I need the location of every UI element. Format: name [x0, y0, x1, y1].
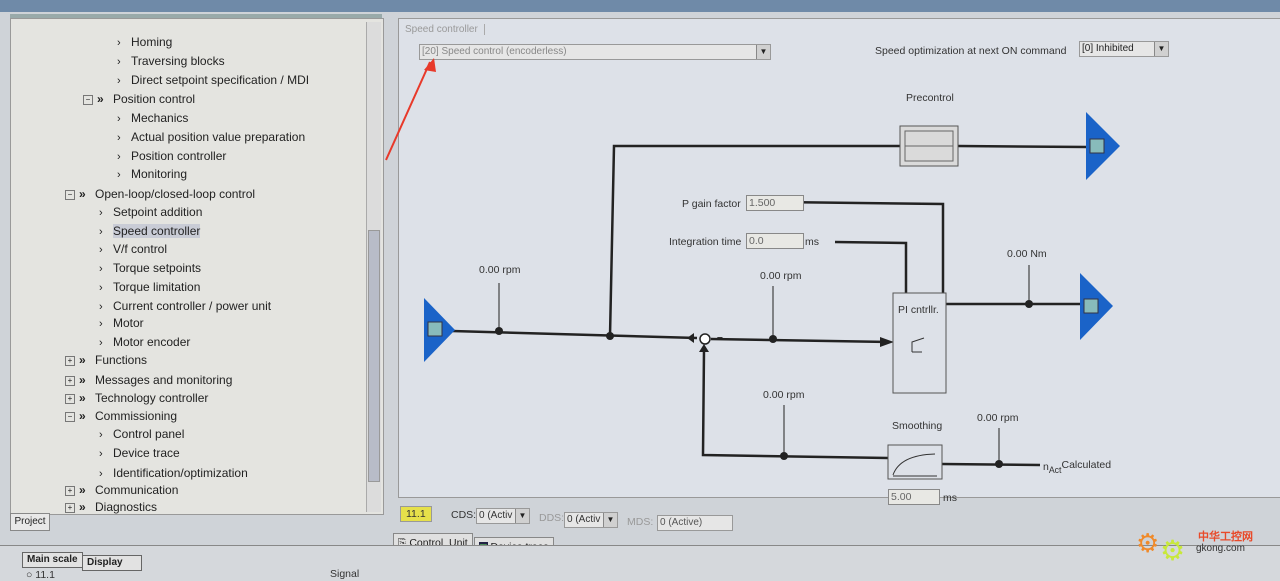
drive-id-badge: 11.1: [400, 506, 432, 522]
gear-icon: ⚙: [1160, 535, 1186, 566]
dds-dropdown[interactable]: 0 (Activ ▼: [564, 512, 618, 528]
watermark-logo: ⚙ ⚙ 中华工控网 gkong.com: [1136, 528, 1266, 566]
input-connector-icon: [424, 298, 455, 362]
integration-time-input[interactable]: 0.0: [746, 233, 804, 249]
mds-value: 0 (Active): [657, 515, 733, 531]
minus-sign: –: [717, 331, 723, 343]
col-main-scale: Main scale: [22, 552, 83, 568]
data-set-statusbar: 11.1 CDS: 0 (Activ ▼ DDS: 0 (Activ ▼ MDS: …: [398, 503, 1280, 531]
p-gain-input[interactable]: 1.500: [746, 195, 804, 211]
torque-output-connector-icon: [1080, 273, 1113, 340]
integration-unit: ms: [805, 236, 819, 248]
chevron-down-icon[interactable]: ▼: [515, 509, 529, 523]
actual-speed-value: 0.00 rpm: [977, 412, 1019, 424]
integration-time-label: Integration time: [669, 236, 742, 248]
speed-feedback-value: 0.00 rpm: [763, 389, 805, 401]
speed-controller-diagram: [385, 58, 1120, 480]
dds-label: DDS:: [539, 512, 565, 524]
speed-setpoint-value: 0.00 rpm: [479, 264, 521, 276]
summing-junction: [699, 333, 711, 345]
trace-row-radio[interactable]: ○ 11.1: [26, 569, 55, 581]
torque-output-value: 0.00 Nm: [1007, 248, 1047, 260]
n-act-text: Calculated: [1061, 459, 1112, 471]
trace-row-label: 11.1: [35, 569, 55, 581]
dds-value: 0 (Activ: [567, 514, 601, 525]
cds-value: 0 (Activ: [479, 510, 513, 521]
col-signal: Signal: [330, 568, 360, 580]
mds-label: MDS:: [627, 516, 654, 528]
chevron-down-icon[interactable]: ▼: [603, 513, 617, 527]
col-display: Display: [82, 555, 142, 571]
trace-signal-panel: Main scale Display Signal ○ 11.1: [0, 545, 1280, 581]
gear-icon: ⚙: [1136, 528, 1160, 558]
n-act-subscript: Act: [1048, 465, 1062, 476]
pi-controller-label: PI cntrllr.: [898, 304, 939, 316]
smoothing-block: [887, 444, 943, 480]
annotation-arrow: [385, 61, 431, 161]
p-gain-label: P gain factor: [682, 198, 741, 210]
precontrol-output-connector-icon: [1086, 112, 1120, 180]
speed-error-value: 0.00 rpm: [760, 270, 802, 282]
smoothing-label: Smoothing: [892, 420, 943, 432]
precontrol-label: Precontrol: [906, 92, 954, 104]
watermark-cn: 中华工控网: [1198, 531, 1253, 543]
cds-label: CDS:: [451, 509, 477, 521]
watermark-text: gkong.com: [1196, 543, 1245, 554]
cds-dropdown[interactable]: 0 (Activ ▼: [476, 508, 530, 524]
n-act-label: nActCalculated: [1043, 459, 1111, 475]
setpoint-line: [451, 329, 698, 340]
